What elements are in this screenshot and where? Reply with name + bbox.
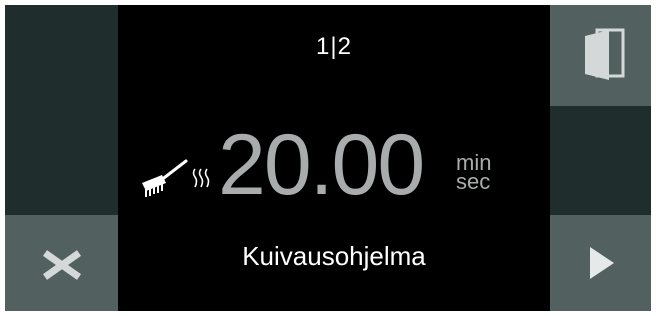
timer-units: min sec bbox=[456, 152, 491, 194]
steam-icon bbox=[192, 168, 210, 188]
play-next-icon bbox=[590, 247, 614, 279]
program-name[interactable]: Kuivausohjelma bbox=[118, 241, 550, 272]
timer-value[interactable]: 20.00 bbox=[218, 117, 425, 213]
main-display: 1|2 20.00 min sec Kuivausohjelma bbox=[118, 5, 550, 311]
cancel-button[interactable] bbox=[5, 215, 118, 311]
page-indicator[interactable]: 1|2 bbox=[118, 33, 550, 61]
door-open-icon bbox=[585, 28, 625, 80]
close-x-icon bbox=[42, 250, 82, 280]
unit-sec: sec bbox=[456, 169, 491, 194]
start-button[interactable] bbox=[550, 215, 651, 311]
oven-display: 1|2 20.00 min sec Kuivausohjelma bbox=[5, 5, 651, 311]
right-panel-empty bbox=[550, 106, 651, 215]
door-button[interactable] bbox=[550, 5, 651, 106]
left-panel-empty bbox=[5, 5, 118, 215]
timer-row[interactable]: 20.00 min sec bbox=[140, 115, 540, 215]
brush-icon bbox=[142, 159, 188, 197]
